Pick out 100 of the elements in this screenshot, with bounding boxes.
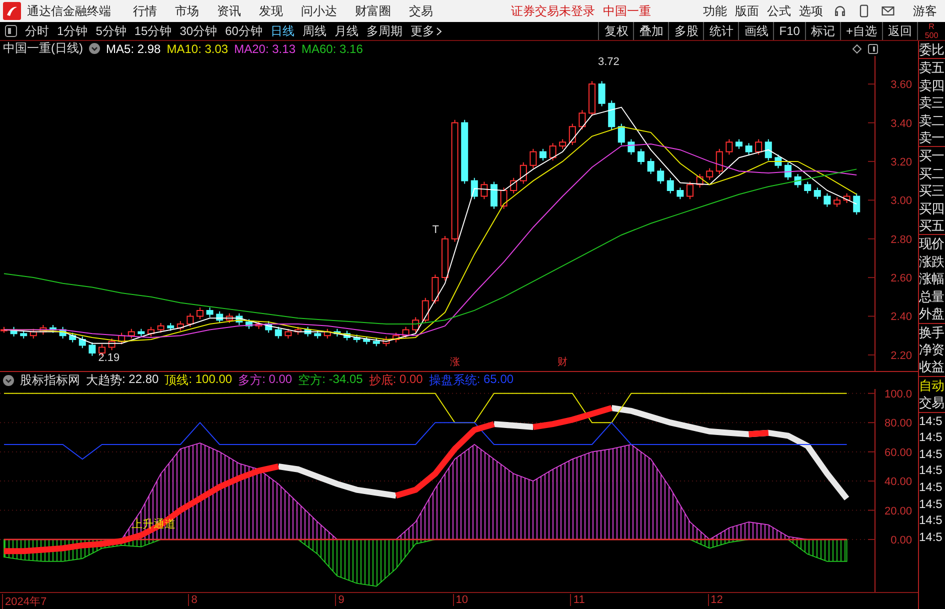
quote-label: 净资: [919, 340, 945, 358]
legend-value: : 65.00: [476, 372, 514, 388]
menu-item[interactable]: 版面: [735, 2, 759, 20]
toolbar-button[interactable]: 复权: [598, 22, 634, 40]
menu-item[interactable]: 市场: [175, 2, 199, 20]
period-tab[interactable]: 日线: [266, 22, 298, 40]
axis-label: 20.00: [884, 505, 912, 518]
login-status: 证券交易未登录: [511, 2, 595, 20]
diamond-icon[interactable]: [852, 44, 862, 54]
period-tab[interactable]: 月线: [330, 22, 362, 40]
legend-value: : 0.00: [392, 372, 423, 388]
axis-label: 3.20: [890, 156, 912, 168]
legend-label: 顶线: [164, 372, 189, 389]
axis-label: 2.80: [890, 234, 912, 246]
axis-label: 3.00: [890, 195, 912, 208]
axis-label: 0.00: [890, 534, 912, 546]
quote-label: 总量: [919, 288, 945, 306]
quote-label: 买四: [919, 200, 945, 218]
period-tab[interactable]: 分时: [21, 22, 53, 40]
legend-label: MA20: [234, 42, 266, 56]
period-tab[interactable]: 周线: [298, 22, 330, 40]
axis-label: 2.60: [890, 272, 912, 285]
quote-label: 卖三: [919, 94, 945, 112]
panel-toggle-icon[interactable]: [868, 44, 878, 54]
date-label: 8: [188, 594, 198, 606]
dropdown-icon[interactable]: [89, 43, 100, 54]
trade-time: 14:5: [919, 412, 944, 430]
legend-value: : 100.00: [188, 372, 232, 388]
period-tab[interactable]: 1分钟: [53, 22, 92, 40]
chart-label: T: [432, 224, 439, 236]
corner-value: 500: [924, 31, 938, 40]
period-tab[interactable]: 5分钟: [92, 22, 130, 40]
period-tab[interactable]: 多周期: [362, 22, 406, 40]
legend-value: : 3.16: [332, 42, 363, 56]
legend-label: MA10: [166, 42, 198, 56]
toolbar-button[interactable]: 统计: [703, 22, 738, 40]
date-label: 10: [452, 594, 468, 606]
legend-label: 抄底: [368, 372, 393, 389]
toolbar-button[interactable]: 标记: [804, 22, 840, 40]
headset-icon[interactable]: [833, 4, 847, 18]
trade-time: 14:5: [919, 462, 944, 479]
menu-item[interactable]: 行情: [133, 2, 157, 20]
menu-item[interactable]: 公式: [767, 2, 791, 20]
mail-icon[interactable]: [881, 4, 895, 18]
trade-tab[interactable]: 自动: [919, 376, 945, 394]
axis-label: 2.20: [890, 350, 912, 362]
menu-item[interactable]: 财富圈: [355, 2, 391, 20]
event-marker: 财: [558, 357, 568, 368]
corner-label: R: [928, 22, 934, 31]
trade-time: 14:5: [919, 496, 944, 512]
quote-label: 换手: [919, 324, 945, 341]
app-title: 通达信金融终端: [27, 2, 111, 20]
legend-label: 空方: [298, 372, 322, 389]
panel-toggle-icon[interactable]: [5, 25, 17, 37]
menu-item[interactable]: 问小达: [301, 2, 337, 20]
menu-item[interactable]: 交易: [409, 2, 433, 20]
toolbar-button[interactable]: 叠加: [633, 22, 668, 40]
period-tab[interactable]: 30分钟: [176, 22, 222, 40]
legend-label: 多方: [238, 372, 262, 389]
legend-value: : 3.13: [265, 42, 296, 56]
axis-label: 60.00: [884, 446, 912, 459]
chart-label: 2.19: [98, 352, 120, 364]
chart-title: 中国一重(日线): [3, 40, 83, 57]
quote-label: 卖四: [919, 76, 945, 94]
axis-label: 2.40: [890, 311, 912, 324]
quote-label: 外盘: [919, 305, 945, 322]
toolbar-button[interactable]: 返回: [882, 22, 917, 40]
phone-icon[interactable]: [857, 4, 871, 18]
toolbar-button[interactable]: +自选: [840, 22, 882, 40]
user-name[interactable]: 游客: [913, 2, 937, 20]
quote-label: 卖一: [919, 129, 945, 146]
axis-label: 40.00: [884, 476, 912, 488]
quote-label: 买二: [919, 164, 945, 182]
stock-name: 中国一重: [603, 2, 651, 20]
quote-label: 买一: [919, 147, 945, 165]
chevron-right-icon: [436, 26, 442, 36]
quote-label: 涨幅: [919, 270, 945, 288]
period-tab[interactable]: 60分钟: [221, 22, 266, 40]
trade-time: 14:5: [919, 528, 944, 546]
dropdown-icon[interactable]: [3, 375, 14, 386]
toolbar-button[interactable]: F10: [773, 22, 805, 40]
menu-item[interactable]: 发现: [259, 2, 283, 20]
trade-tab[interactable]: 交易: [919, 394, 945, 412]
date-label: 11: [570, 594, 585, 606]
quote-label: 收益: [919, 358, 945, 376]
toolbar-button[interactable]: 画线: [738, 22, 774, 40]
quote-label: 现价: [919, 235, 945, 253]
quote-label: 委比: [919, 41, 945, 58]
legend-value: : 3.03: [198, 42, 228, 56]
quote-label: 卖二: [919, 112, 945, 130]
toolbar-button[interactable]: 多股: [668, 22, 704, 40]
quote-label: 涨跌: [919, 252, 945, 270]
legend-value: : 22.80: [122, 372, 159, 388]
menu-item[interactable]: 功能: [703, 2, 727, 20]
trade-time: 14:5: [919, 429, 944, 446]
period-tab[interactable]: 更多: [406, 22, 446, 40]
period-tab[interactable]: 15分钟: [130, 22, 176, 40]
menu-item[interactable]: 选项: [799, 2, 823, 20]
indicator-title: 股标指标网: [20, 372, 80, 389]
menu-item[interactable]: 资讯: [217, 2, 241, 20]
